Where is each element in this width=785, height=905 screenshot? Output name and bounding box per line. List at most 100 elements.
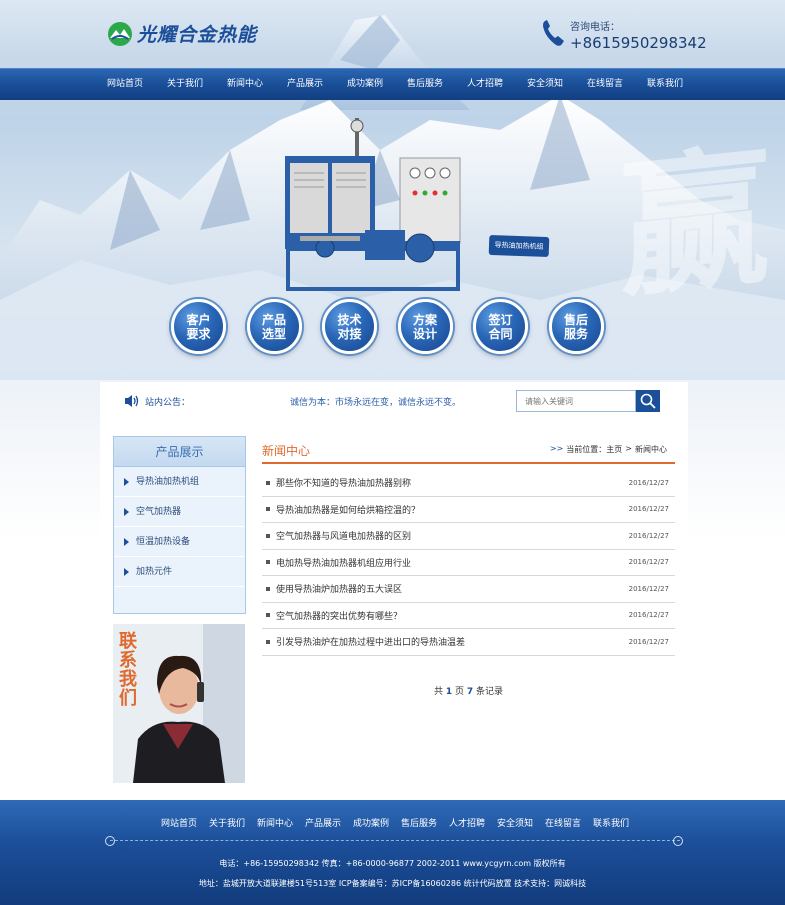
triangle-right-icon [124, 507, 129, 516]
step-after-sales[interactable]: 售后 服务 [548, 299, 604, 354]
nav-item-service[interactable]: 售后服务 [395, 69, 455, 100]
nav-item-home[interactable]: 网站首页 [95, 69, 155, 100]
pager-count: 7 [466, 687, 474, 697]
footer-link-products[interactable]: 产品展示 [299, 816, 347, 829]
sidebar-item-label: 空气加热器 [136, 506, 182, 517]
pager-mid: 页 [454, 687, 464, 697]
news-item[interactable]: 那些你不知道的导热油加热器别称 2016/12/27 [262, 470, 675, 497]
footer-link-service[interactable]: 售后服务 [395, 816, 443, 829]
step-sign-contract[interactable]: 签订 合同 [473, 299, 528, 354]
news-item-date: 2016/12/27 [628, 558, 669, 567]
brand-name: 光耀合金热能 [137, 24, 258, 46]
bullet-icon [266, 613, 270, 618]
footer-link-cases[interactable]: 成功案例 [347, 816, 395, 829]
sidebar-item-label: 加热元件 [136, 566, 173, 577]
pager-prefix: 共 [433, 687, 443, 697]
decorative-glyph: 赢 [620, 130, 763, 320]
footer-address-info: 地址：盐城开放大道联建楼51号513室 ICP备案编号：苏ICP备1606028… [198, 879, 587, 888]
news-item-title: 引发导热油炉在加热过程中进出口的导热油温差 [276, 638, 466, 649]
footer-link-about[interactable]: 关于我们 [203, 816, 251, 829]
news-section-title: 新闻中心 [262, 444, 311, 458]
nav-item-news[interactable]: 新闻中心 [215, 69, 275, 100]
phone-label: 咨询电话： [570, 22, 620, 33]
footer-link-message[interactable]: 在线留言 [539, 816, 587, 829]
nav-item-message[interactable]: 在线留言 [575, 69, 635, 100]
breadcrumb-home[interactable]: 主页 [606, 444, 622, 455]
nav-item-about[interactable]: 关于我们 [155, 69, 215, 100]
step-technical-docking[interactable]: 技术 对接 [322, 299, 377, 354]
footer-link-news[interactable]: 新闻中心 [251, 816, 299, 829]
heater-machine-image [285, 118, 461, 291]
notice-bar: 站内公告： 诚信为本：市场永远在变，诚信永远不变。 [100, 382, 688, 420]
breadcrumb-current: 新闻中心 [635, 445, 667, 454]
news-item-date: 2016/12/27 [628, 505, 669, 514]
news-item-title: 空气加热器与风道电加热器的区别 [276, 532, 412, 543]
news-item-date: 2016/12/27 [628, 531, 669, 540]
news-item[interactable]: 引发导热油炉在加热过程中进出口的导热油温差 2016/12/27 [262, 629, 675, 656]
nav-item-cases[interactable]: 成功案例 [335, 69, 395, 100]
triangle-right-icon [124, 537, 129, 546]
divider-dot-left [105, 836, 115, 846]
footer-link-contact[interactable]: 联系我们 [587, 816, 635, 829]
news-item[interactable]: 空气加热器的突出优势有哪些？ 2016/12/27 [262, 603, 675, 629]
product-tag: 导热油加热机组 [488, 234, 550, 258]
breadcrumb-label: 当前位置： [566, 445, 607, 454]
contact-us-image-text: 联系我们 [119, 631, 137, 709]
nav-item-safety[interactable]: 安全须知 [515, 69, 575, 100]
divider-dot-right [673, 836, 683, 846]
search-icon [640, 393, 656, 409]
double-arrow-icon: >> [549, 444, 564, 453]
news-item-title: 使用导热油炉加热器的五大误区 [276, 585, 403, 596]
footer: 网站首页 关于我们 新闻中心 产品展示 成功案例 售后服务 人才招聘 安全须知 … [0, 800, 785, 905]
sidebar-item-label: 导热油加热机组 [136, 476, 200, 487]
bullet-icon [266, 560, 270, 565]
notice-text: 诚信为本：市场永远在变，诚信永远不变。 [290, 398, 462, 408]
contact-us-image[interactable]: 联系我们 [113, 624, 245, 783]
sidebar-item-oil-heater[interactable]: 导热油加热机组 [114, 467, 245, 497]
sidebar-item-air-heater[interactable]: 空气加热器 [114, 497, 245, 527]
step-solution-design[interactable]: 方案 设计 [397, 299, 453, 354]
search-button[interactable] [636, 390, 660, 412]
logo-icon [108, 21, 132, 46]
sidebar-item-thermostat[interactable]: 恒温加热设备 [114, 527, 245, 557]
bullet-icon [266, 533, 270, 538]
step-product-selection[interactable]: 产品 选型 [246, 299, 302, 354]
news-item[interactable]: 导热油加热器是如何给烘箱控温的？ 2016/12/27 [262, 497, 675, 523]
nav-item-jobs[interactable]: 人才招聘 [455, 69, 515, 100]
bullet-icon [266, 480, 270, 485]
news-item-date: 2016/12/27 [628, 611, 669, 620]
bullet-icon [266, 507, 270, 512]
step-customer-requirements[interactable]: 客户 要求 [171, 299, 226, 354]
contact-phone: 咨询电话： +8615950298342 [540, 18, 707, 52]
footer-link-jobs[interactable]: 人才招聘 [443, 816, 491, 829]
nav-item-products[interactable]: 产品展示 [275, 69, 335, 100]
news-list: 那些你不知道的导热油加热器别称 2016/12/27 导热油加热器是如何给烘箱控温… [262, 470, 675, 656]
notice-label: 站内公告： [145, 398, 191, 408]
pagination-info: 共 1 页 7 条记录 [262, 684, 675, 697]
footer-link-safety[interactable]: 安全须知 [491, 816, 539, 829]
search-input[interactable] [516, 390, 636, 412]
news-item-title: 导热油加热器是如何给烘箱控温的？ [276, 505, 421, 516]
news-item[interactable]: 空气加热器与风道电加热器的区别 2016/12/27 [262, 523, 675, 550]
bullet-icon [266, 586, 270, 591]
triangle-right-icon [124, 477, 129, 486]
sidebar-title: 产品展示 [114, 437, 245, 467]
news-item-title: 那些你不知道的导热油加热器别称 [276, 479, 412, 490]
footer-nav: 网站首页 关于我们 新闻中心 产品展示 成功案例 售后服务 人才招聘 安全须知 … [155, 816, 635, 829]
phone-icon [543, 20, 564, 46]
news-item-date: 2016/12/27 [628, 637, 669, 646]
sidebar-item-label: 恒温加热设备 [136, 536, 191, 547]
footer-contact-info: 电话：+86-15950298342 传真：+86-0000-96877 200… [219, 859, 566, 868]
pager-page: 1 [445, 687, 453, 697]
site-logo[interactable]: 光耀合金热能 [107, 20, 257, 47]
footer-link-home[interactable]: 网站首页 [155, 816, 203, 829]
news-item[interactable]: 电加热导热油加热器机组应用行业 2016/12/27 [262, 550, 675, 576]
news-item-title: 空气加热器的突出优势有哪些？ [276, 611, 403, 622]
nav-item-contact[interactable]: 联系我们 [635, 69, 695, 100]
sidebar-item-heating-element[interactable]: 加热元件 [114, 557, 245, 587]
news-item[interactable]: 使用导热油炉加热器的五大误区 2016/12/27 [262, 576, 675, 603]
phone-number: +8615950298342 [570, 34, 707, 52]
process-steps: 客户 要求 产品 选型 技术 对接 方案 设计 签订 合同 售后 服务 [171, 299, 624, 354]
speaker-icon [125, 395, 139, 407]
breadcrumb-separator: > [625, 444, 632, 453]
